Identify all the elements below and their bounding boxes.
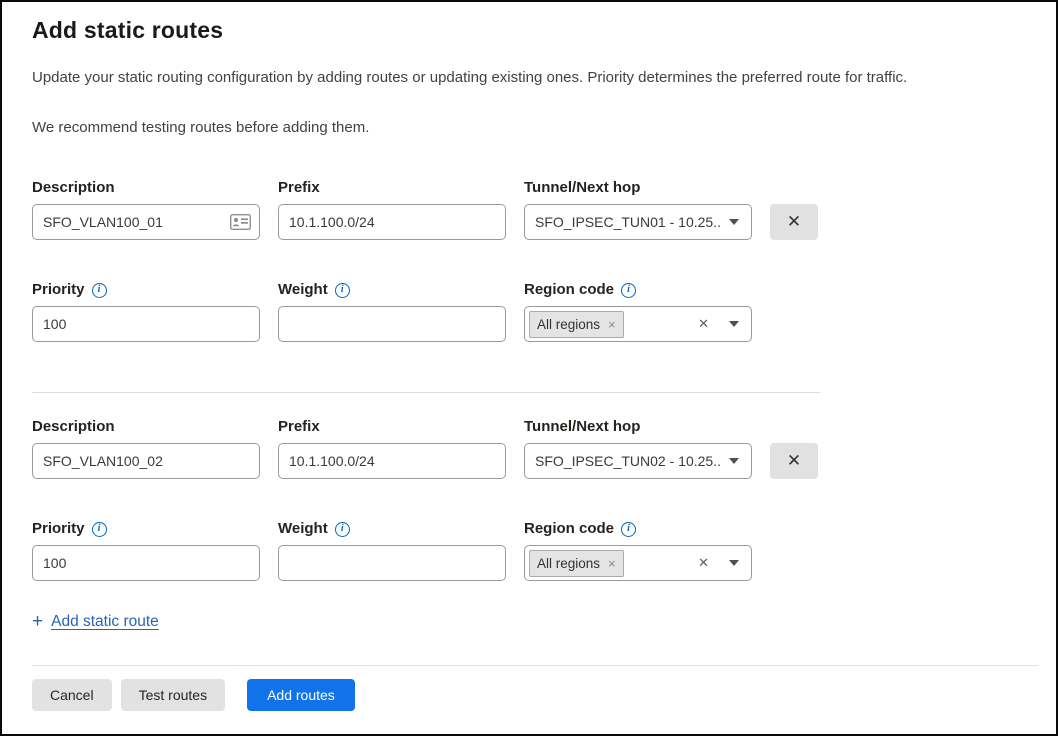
caret-down-icon [729,321,739,327]
footer-divider [32,665,1038,666]
description-field: Description [32,178,260,240]
priority-input[interactable] [32,306,260,342]
caret-down-icon [729,219,739,225]
priority-label: Priority [32,280,85,300]
info-icon[interactable]: i [335,283,350,298]
contact-card-icon [230,214,251,230]
prefix-label: Prefix [278,178,506,198]
chip-close-icon[interactable]: × [608,317,616,332]
test-routes-button[interactable]: Test routes [121,679,225,711]
priority-label: Priority [32,519,85,539]
route-section-2: Description Prefix Tunnel/Next hop SFO_I… [32,417,1026,581]
description-input[interactable] [32,443,260,479]
caret-down-icon [729,458,739,464]
region-chip: All regions × [529,311,624,338]
info-icon[interactable]: i [621,283,636,298]
weight-field: Weight i [278,280,506,342]
chip-close-icon[interactable]: × [608,556,616,571]
info-icon[interactable]: i [621,522,636,537]
add-static-routes-dialog: Add static routes Update your static rou… [2,16,1056,711]
section-divider [32,392,820,393]
weight-input[interactable] [278,306,506,342]
add-static-route-link[interactable]: + Add static route [32,611,159,633]
description-label: Description [32,417,260,437]
region-select[interactable]: All regions × ✕ [524,545,752,581]
caret-down-icon [729,560,739,566]
footer-actions: Cancel Test routes Add routes [32,679,1026,711]
tunnel-label: Tunnel/Next hop [524,178,752,198]
info-icon[interactable]: i [335,522,350,537]
route-2-options-row: Priority i Weight i Region code i [32,519,1026,581]
info-icon[interactable]: i [92,283,107,298]
weight-label: Weight [278,280,328,300]
priority-field: Priority i [32,280,260,342]
tunnel-select[interactable]: SFO_IPSEC_TUN02 - 10.25... [524,443,752,479]
add-static-route-label: Add static route [51,613,159,631]
clear-icon[interactable]: ✕ [698,555,709,571]
region-chip-label: All regions [537,317,600,332]
tunnel-field: Tunnel/Next hop SFO_IPSEC_TUN02 - 10.25.… [524,417,752,479]
plus-icon: + [32,611,43,633]
region-field: Region code i All regions × ✕ [524,280,752,342]
region-label: Region code [524,519,614,539]
prefix-field: Prefix [278,417,506,479]
remove-route-button[interactable]: ✕ [770,204,818,240]
route-2-main-row: Description Prefix Tunnel/Next hop SFO_I… [32,417,1026,479]
route-1-main-row: Description Prefix [32,178,1026,240]
prefix-label: Prefix [278,417,506,437]
weight-input[interactable] [278,545,506,581]
priority-field: Priority i [32,519,260,581]
intro-text: Update your static routing configuration… [32,68,1026,88]
prefix-input[interactable] [278,443,506,479]
priority-input[interactable] [32,545,260,581]
region-label: Region code [524,280,614,300]
tunnel-select[interactable]: SFO_IPSEC_TUN01 - 10.25... [524,204,752,240]
cancel-button[interactable]: Cancel [32,679,112,711]
route-1-options-row: Priority i Weight i Region code i [32,280,1026,342]
region-field: Region code i All regions × ✕ [524,519,752,581]
region-chip-label: All regions [537,556,600,571]
tunnel-label: Tunnel/Next hop [524,417,752,437]
weight-field: Weight i [278,519,506,581]
region-select[interactable]: All regions × ✕ [524,306,752,342]
tunnel-field: Tunnel/Next hop SFO_IPSEC_TUN01 - 10.25.… [524,178,752,240]
prefix-input[interactable] [278,204,506,240]
clear-icon[interactable]: ✕ [698,316,709,332]
remove-route-button[interactable]: ✕ [770,443,818,479]
description-input[interactable] [32,204,260,240]
add-routes-button[interactable]: Add routes [247,679,355,711]
weight-label: Weight [278,519,328,539]
tunnel-selected-value: SFO_IPSEC_TUN02 - 10.25... [535,453,721,469]
recommendation-text: We recommend testing routes before addin… [32,118,1026,138]
info-icon[interactable]: i [92,522,107,537]
description-field: Description [32,417,260,479]
route-section-1: Description Prefix [32,178,1026,342]
page-title: Add static routes [32,16,1026,44]
tunnel-selected-value: SFO_IPSEC_TUN01 - 10.25... [535,214,721,230]
description-label: Description [32,178,260,198]
prefix-field: Prefix [278,178,506,240]
region-chip: All regions × [529,550,624,577]
